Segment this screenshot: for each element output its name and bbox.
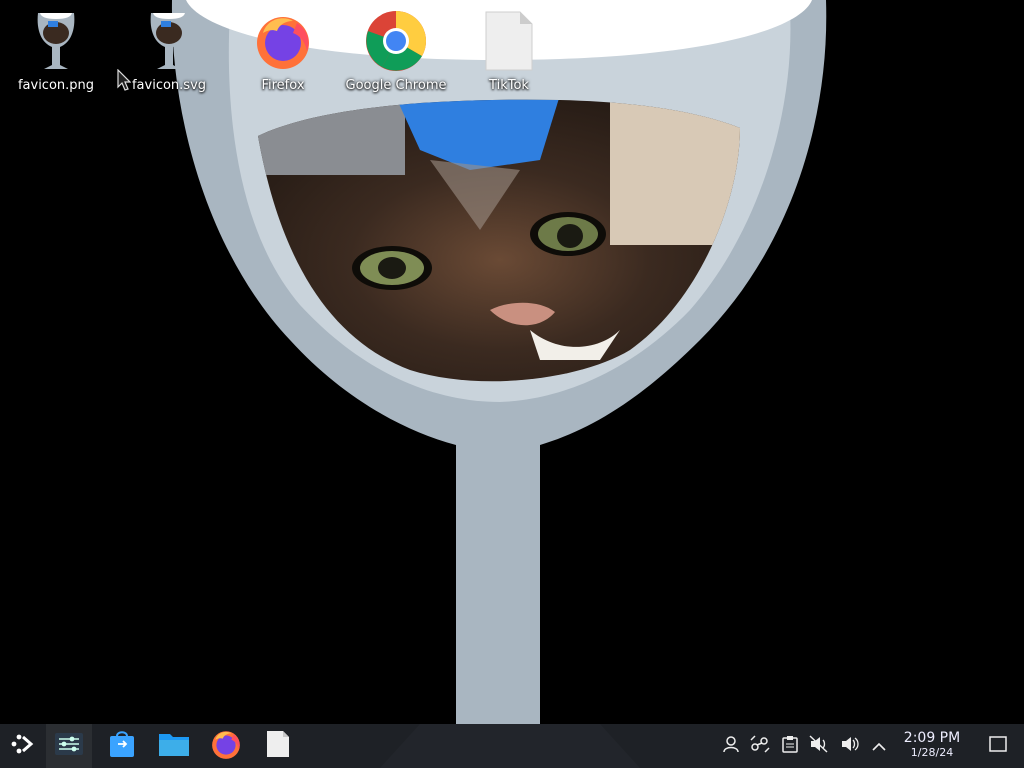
kde-connect-icon — [750, 735, 770, 757]
taskbar: 2:09 PM 1/28/24 — [0, 724, 1024, 768]
clipboard-icon — [782, 735, 798, 757]
desktop-icon-favicon-png[interactable]: favicon.png — [4, 6, 108, 93]
discover-store-button[interactable] — [100, 724, 144, 768]
chevron-up-icon — [871, 737, 887, 756]
app-launcher-button[interactable] — [0, 724, 44, 768]
settings-icon — [55, 733, 83, 759]
text-file-taskbar-button[interactable] — [256, 724, 300, 768]
mouse-cursor — [117, 69, 131, 91]
chrome-icon — [364, 6, 428, 76]
file-manager-button[interactable] — [152, 724, 196, 768]
clock-time: 2:09 PM — [903, 730, 961, 746]
kde-connect-button[interactable] — [747, 724, 773, 768]
desktop-icon-firefox[interactable]: Firefox — [231, 6, 335, 93]
volume-icon — [840, 735, 860, 757]
muted-speaker-icon — [809, 735, 829, 757]
user-icon — [722, 735, 740, 757]
tray-expand-button[interactable] — [866, 724, 892, 768]
digital-clock[interactable]: 2:09 PM 1/28/24 — [896, 730, 968, 760]
desktop-icon-tiktok[interactable]: TikTok — [457, 6, 561, 93]
volume-button[interactable] — [837, 724, 863, 768]
desktop-icon-label: TikTok — [489, 78, 529, 93]
audio-mute-button[interactable] — [806, 724, 832, 768]
clipboard-button[interactable] — [777, 724, 803, 768]
show-desktop-button[interactable] — [985, 724, 1011, 768]
desktop-icon-label: favicon.png — [17, 78, 95, 93]
wallpaper — [0, 0, 1024, 768]
firefox-icon — [251, 6, 315, 76]
desktop-icon-favicon-svg[interactable]: favicon.svg — [117, 6, 221, 93]
show-desktop-icon — [989, 736, 1007, 756]
wine-glass-icon — [137, 6, 201, 76]
system-settings-button[interactable] — [46, 724, 92, 768]
desktop-icon-google-chrome[interactable]: Google Chrome — [344, 6, 448, 93]
folder-icon — [158, 731, 190, 761]
desktop-icon-label: favicon.svg — [131, 78, 207, 93]
desktop-icon-label: Firefox — [261, 78, 305, 93]
clock-date: 1/28/24 — [910, 746, 954, 759]
user-switcher-button[interactable] — [718, 724, 744, 768]
app-launcher-icon — [9, 731, 35, 761]
firefox-taskbar-button[interactable] — [204, 724, 248, 768]
discover-store-icon — [109, 730, 135, 762]
wine-glass-icon — [24, 6, 88, 76]
blank-file-icon — [477, 6, 541, 76]
blank-file-icon — [266, 730, 290, 762]
desktop-icon-label: Google Chrome — [345, 78, 447, 93]
firefox-icon — [210, 728, 242, 764]
